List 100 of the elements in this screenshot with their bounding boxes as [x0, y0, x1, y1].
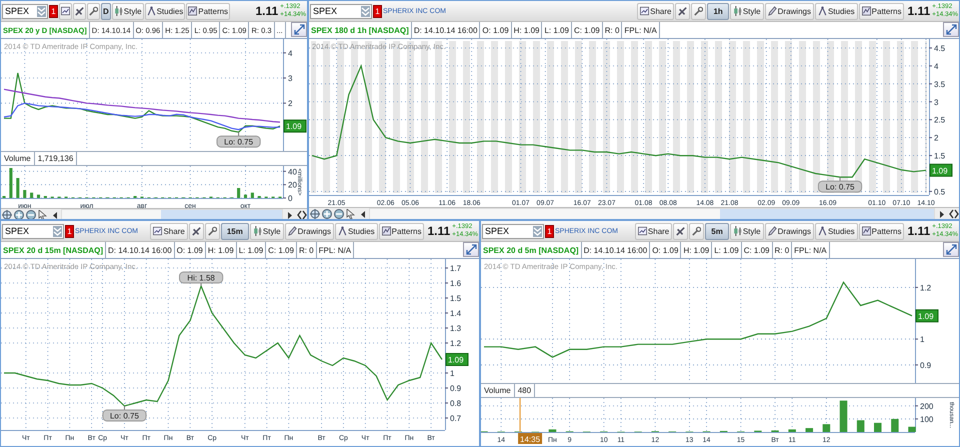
chart-title: SPEX 180 d 1h [NASDAQ] [309, 22, 412, 38]
patterns-button[interactable]: Patterns [858, 2, 904, 20]
timeframe-button[interactable]: D [101, 2, 111, 20]
style-button[interactable]: Style [250, 222, 284, 240]
y-tick-label: 1.7 [450, 264, 462, 273]
info-field: H: 1.09 [512, 22, 542, 38]
drawings-button[interactable]: Drawings [284, 222, 334, 240]
chart-title: SPEX 20 d 15m [NASDAQ] [1, 242, 106, 258]
alert-count[interactable]: 1 [545, 224, 554, 238]
y-tick-label: 4 [288, 48, 292, 58]
info-field: C: 1.09 [572, 22, 603, 38]
y-tick-label: 4 [934, 62, 938, 71]
timeframe-button[interactable]: 1h [707, 2, 729, 20]
last-price-label: 1.09 [916, 309, 938, 322]
info-field: L: 1.09 [712, 242, 742, 258]
alert-count[interactable]: 1 [373, 4, 382, 18]
y-tick-label: 2 [288, 99, 292, 108]
y-tick-label: 1.3 [450, 324, 462, 333]
annotation: Lo: 0.75 [224, 138, 254, 147]
y-tick-label: 3 [288, 74, 292, 83]
y-tick-label: 1.2 [920, 283, 932, 292]
volume-label: Volume [481, 384, 515, 397]
share-button[interactable]: Share [637, 2, 674, 20]
studies-button[interactable]: Studies [814, 2, 858, 20]
y-tick-label: 100 [920, 414, 934, 424]
info-field: R: 0 [772, 242, 792, 258]
patterns-button[interactable]: Patterns [186, 2, 230, 20]
timeframe-button[interactable]: 15m [220, 222, 249, 240]
y-tick-label: 3.5 [934, 80, 946, 89]
y-tick-label: 2.5 [934, 116, 946, 125]
y-tick-label: 1.4 [450, 309, 462, 318]
y-tick-label: 2 [934, 134, 938, 143]
patterns-button[interactable]: Patterns [378, 222, 424, 240]
y-tick-label: 1.5 [450, 294, 462, 303]
info-field: L: 1.09 [236, 242, 266, 258]
info-field: O: 1.09 [650, 242, 682, 258]
y-tick-label: 200 [920, 402, 934, 411]
info-field: R: 0 [296, 242, 317, 258]
price-callout: Lo: 0.75 [102, 406, 147, 422]
chart-title: SPEX 20 d 5m [NASDAQ] [481, 242, 582, 258]
y-tick-label: 1 [920, 335, 924, 344]
info-field: L: 1.09 [542, 22, 572, 38]
last-price: 1.11 [907, 224, 930, 238]
annotation: Lo: 0.75 [110, 412, 140, 420]
symbol-field[interactable]: SPEX [482, 224, 544, 238]
alert-count[interactable]: 1 [49, 4, 58, 18]
studies-button[interactable]: Studies [814, 222, 858, 240]
y-tick-label: 0.9 [450, 384, 462, 393]
style-button[interactable]: Style [730, 2, 764, 20]
studies-button[interactable]: Studies [144, 2, 186, 20]
alert-count[interactable]: 1 [65, 224, 74, 238]
y-tick-label: 1.2 [450, 339, 462, 348]
y-tick-label: 0.5 [934, 187, 946, 196]
info-field: D: 14.10.14 16:00 [582, 242, 650, 258]
last-price: 1.11 [907, 4, 930, 18]
info-field: O: 1.09 [480, 22, 512, 38]
volume-label: Volume [1, 152, 35, 165]
info-field: D: 14.10.14 16:00 [412, 22, 480, 38]
drawings-button[interactable]: Drawings [764, 222, 814, 240]
y-tick-label: 0.7 [450, 414, 462, 423]
share-button[interactable]: Share [634, 222, 672, 240]
drawings-button[interactable]: Drawings [764, 2, 814, 20]
info-field: O: 1.09 [174, 242, 206, 258]
volume-value: 1,719,136 [34, 152, 78, 165]
info-field: D: 14.10.14 16:00 [106, 242, 175, 258]
share-button[interactable]: Share [150, 222, 188, 240]
style-button[interactable]: Style [112, 2, 144, 20]
y-tick-label: 3 [934, 98, 938, 107]
timeframe-button[interactable]: 5m [705, 222, 729, 240]
last-price: 1.11 [427, 224, 450, 238]
y-tick-label: 0.8 [450, 399, 462, 408]
last-price: 1.11 [255, 4, 278, 18]
info-field: FPL: N/A [316, 242, 354, 258]
volume-value: 480 [514, 384, 536, 397]
info-field: H: 1.09 [206, 242, 237, 258]
cursor-time-label: 14:35 [518, 433, 542, 444]
info-field: C: 1.09 [742, 242, 772, 258]
price-callout: Lo: 0.75 [818, 176, 862, 193]
patterns-button[interactable]: Patterns [858, 222, 904, 240]
symbol-field[interactable]: SPEX [2, 224, 64, 238]
info-field: C: 1.09 [266, 242, 297, 258]
y-tick-label: 4.5 [934, 44, 946, 53]
y-tick-label: 1 [450, 369, 454, 378]
y-tick-label: 1.6 [450, 279, 462, 288]
info-field: H: 1.09 [681, 242, 712, 258]
info-field: FPL: N/A [792, 242, 830, 258]
y-tick-label: 0 [288, 194, 292, 203]
info-field: R: 0 [602, 22, 622, 38]
y-tick-label: 1.5 [934, 152, 946, 161]
price-callout: Lo: 0.75 [216, 132, 261, 148]
symbol-field[interactable]: SPEX [310, 4, 372, 18]
studies-button[interactable]: Studies [334, 222, 378, 240]
last-price-label: 1.09 [930, 164, 952, 177]
style-button[interactable]: Style [730, 222, 764, 240]
annotation: Lo: 0.75 [826, 182, 856, 192]
price-callout: Hi: 1.58 [179, 272, 224, 286]
symbol-field[interactable]: SPEX [2, 4, 48, 18]
info-field: FPL: N/A [622, 22, 660, 38]
y-tick-label: 0.9 [920, 360, 932, 370]
last-price-label: 1.09 [284, 120, 306, 133]
